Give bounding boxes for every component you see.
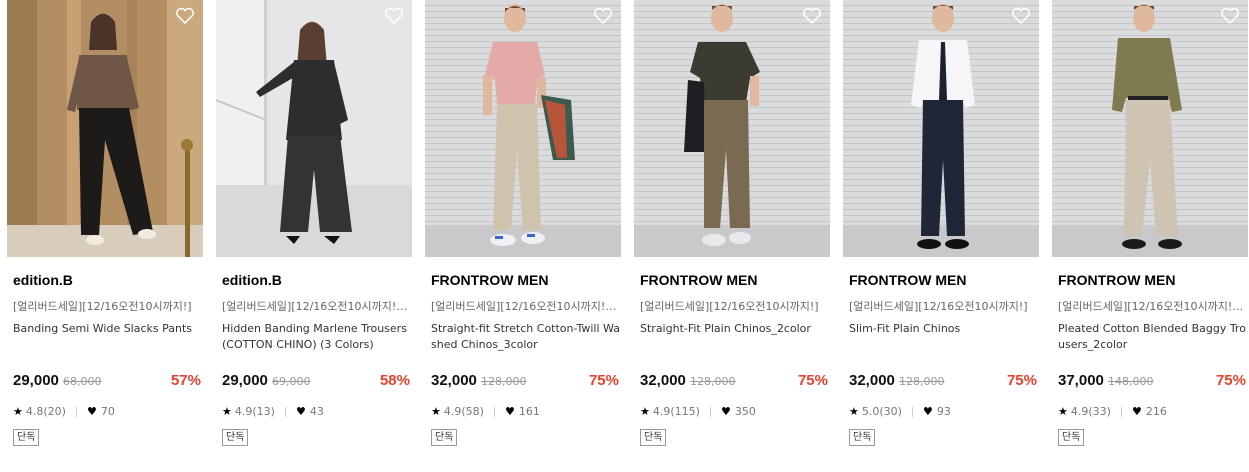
brand-name[interactable]: edition.B bbox=[222, 272, 282, 288]
sale-price: 32,000 bbox=[640, 372, 686, 389]
wishlist-heart-icon[interactable] bbox=[593, 6, 613, 26]
product-image[interactable] bbox=[216, 0, 412, 257]
rating-text: 4.9(13) bbox=[234, 405, 275, 418]
divider bbox=[911, 406, 913, 417]
product-name[interactable]: Pleated Cotton Blended Baggy Trousers_2c… bbox=[1058, 321, 1248, 353]
divider bbox=[709, 406, 711, 417]
divider bbox=[493, 406, 495, 417]
product-name[interactable]: Slim-Fit Plain Chinos bbox=[849, 321, 1039, 337]
likes-count: 161 bbox=[518, 405, 540, 418]
brand-name[interactable]: FRONTROW MEN bbox=[1058, 272, 1175, 288]
wishlist-heart-icon[interactable] bbox=[802, 6, 822, 26]
heart-icon: ♥ bbox=[295, 405, 306, 418]
likes-count: 43 bbox=[309, 405, 324, 418]
product-name[interactable]: Straight-fit Stretch Cotton-Twill Washed… bbox=[431, 321, 621, 353]
wishlist-heart-icon[interactable] bbox=[384, 6, 404, 26]
exclusive-badge: 단독 bbox=[431, 429, 458, 446]
brand-name[interactable]: FRONTROW MEN bbox=[640, 272, 757, 288]
promo-text: [얼리버드세일][12/16오전10시까지!] bbox=[849, 300, 1028, 313]
product-meta: ★ 4.9(33) ♥ 216 bbox=[1058, 405, 1167, 418]
product-image[interactable] bbox=[7, 0, 203, 257]
sale-price: 32,000 bbox=[431, 372, 477, 389]
product-card[interactable]: edition.B [얼리버드세일][12/16오전10시까지!] ... Hi… bbox=[216, 0, 412, 472]
product-image[interactable] bbox=[634, 0, 830, 257]
discount-rate: 75% bbox=[588, 372, 619, 389]
original-price: 68,000 bbox=[63, 375, 102, 388]
product-card[interactable]: edition.B [얼리버드세일][12/16오전10시까지!] Bandin… bbox=[7, 0, 203, 472]
brand-name[interactable]: FRONTROW MEN bbox=[849, 272, 966, 288]
product-image[interactable] bbox=[425, 0, 621, 257]
divider bbox=[75, 406, 77, 417]
exclusive-badge: 단독 bbox=[1058, 429, 1085, 446]
promo-text: [얼리버드세일][12/16오전10시까지!] ... bbox=[431, 300, 619, 313]
promo-text: [얼리버드세일][12/16오전10시까지!] bbox=[13, 300, 192, 313]
product-image[interactable] bbox=[843, 0, 1039, 257]
heart-icon: ♥ bbox=[720, 405, 731, 418]
product-meta: ★ 4.9(58) ♥ 161 bbox=[431, 405, 540, 418]
exclusive-badge: 단독 bbox=[640, 429, 667, 446]
sale-price: 37,000 bbox=[1058, 372, 1104, 389]
product-card[interactable]: FRONTROW MEN [얼리버드세일][12/16오전10시까지!] ...… bbox=[1052, 0, 1248, 472]
product-meta: ★ 5.0(30) ♥ 93 bbox=[849, 405, 951, 418]
product-meta: ★ 4.9(13) ♥ 43 bbox=[222, 405, 324, 418]
discount-rate: 75% bbox=[797, 372, 828, 389]
wishlist-heart-icon[interactable] bbox=[1011, 6, 1031, 26]
rating-text: 5.0(30) bbox=[861, 405, 902, 418]
divider bbox=[284, 406, 286, 417]
original-price: 69,000 bbox=[272, 375, 311, 388]
sale-price: 29,000 bbox=[222, 372, 268, 389]
discount-rate: 58% bbox=[379, 372, 410, 389]
original-price: 128,000 bbox=[899, 375, 945, 388]
promo-text: [얼리버드세일][12/16오전10시까지!] bbox=[640, 300, 819, 313]
product-card[interactable]: FRONTROW MEN [얼리버드세일][12/16오전10시까지!] Str… bbox=[634, 0, 830, 472]
wishlist-heart-icon[interactable] bbox=[1220, 6, 1240, 26]
exclusive-badge: 단독 bbox=[222, 429, 249, 446]
discount-rate: 57% bbox=[170, 372, 201, 389]
product-card[interactable]: FRONTROW MEN [얼리버드세일][12/16오전10시까지!] ...… bbox=[425, 0, 621, 472]
heart-icon: ♥ bbox=[504, 405, 515, 418]
rating-text: 4.9(33) bbox=[1070, 405, 1111, 418]
product-image[interactable] bbox=[1052, 0, 1248, 257]
star-icon: ★ bbox=[222, 405, 232, 418]
rating-text: 4.8(20) bbox=[25, 405, 66, 418]
product-card[interactable]: FRONTROW MEN [얼리버드세일][12/16오전10시까지!] Sli… bbox=[843, 0, 1039, 472]
heart-icon: ♥ bbox=[86, 405, 97, 418]
rating-text: 4.9(115) bbox=[652, 405, 700, 418]
discount-rate: 75% bbox=[1215, 372, 1246, 389]
wishlist-heart-icon[interactable] bbox=[175, 6, 195, 26]
heart-icon: ♥ bbox=[1131, 405, 1142, 418]
star-icon: ★ bbox=[431, 405, 441, 418]
likes-count: 70 bbox=[100, 405, 115, 418]
product-name[interactable]: Hidden Banding Marlene Trousers (COTTON … bbox=[222, 321, 412, 353]
original-price: 148,000 bbox=[1108, 375, 1154, 388]
sale-price: 32,000 bbox=[849, 372, 895, 389]
star-icon: ★ bbox=[13, 405, 23, 418]
exclusive-badge: 단독 bbox=[849, 429, 876, 446]
product-name[interactable]: Banding Semi Wide Slacks Pants bbox=[13, 321, 203, 337]
divider bbox=[1120, 406, 1122, 417]
exclusive-badge: 단독 bbox=[13, 429, 40, 446]
heart-icon: ♥ bbox=[922, 405, 933, 418]
brand-name[interactable]: FRONTROW MEN bbox=[431, 272, 548, 288]
rating-text: 4.9(58) bbox=[443, 405, 484, 418]
star-icon: ★ bbox=[849, 405, 859, 418]
product-meta: ★ 4.9(115) ♥ 350 bbox=[640, 405, 756, 418]
discount-rate: 75% bbox=[1006, 372, 1037, 389]
star-icon: ★ bbox=[1058, 405, 1068, 418]
product-meta: ★ 4.8(20) ♥ 70 bbox=[13, 405, 115, 418]
likes-count: 93 bbox=[936, 405, 951, 418]
likes-count: 216 bbox=[1145, 405, 1167, 418]
promo-text: [얼리버드세일][12/16오전10시까지!] ... bbox=[1058, 300, 1246, 313]
brand-name[interactable]: edition.B bbox=[13, 272, 73, 288]
product-name[interactable]: Straight-Fit Plain Chinos_2color bbox=[640, 321, 830, 337]
original-price: 128,000 bbox=[690, 375, 736, 388]
promo-text: [얼리버드세일][12/16오전10시까지!] ... bbox=[222, 300, 410, 313]
likes-count: 350 bbox=[734, 405, 756, 418]
original-price: 128,000 bbox=[481, 375, 527, 388]
star-icon: ★ bbox=[640, 405, 650, 418]
sale-price: 29,000 bbox=[13, 372, 59, 389]
